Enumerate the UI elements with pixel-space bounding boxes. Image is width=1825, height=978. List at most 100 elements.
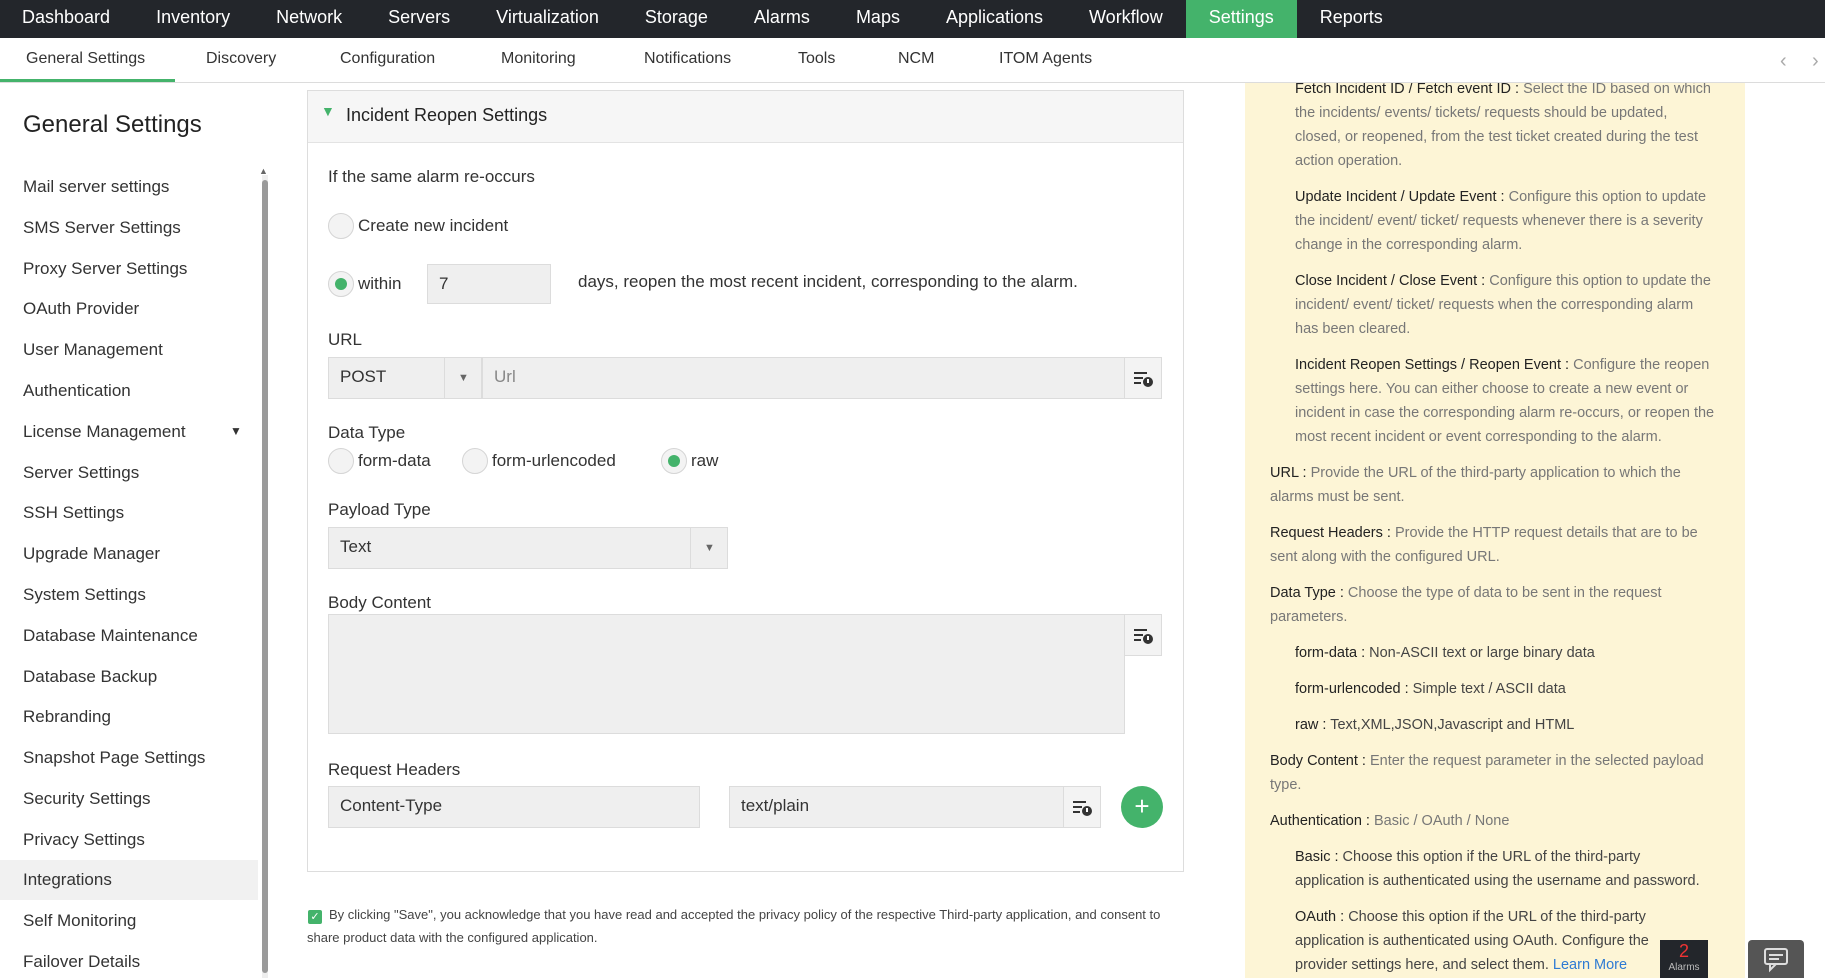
help-fetch-line3: closed, or reopened, from the test ticke… [1295, 129, 1698, 145]
nav-virtualization[interactable]: Virtualization [473, 0, 622, 38]
help-close-line1: Close Incident / Close Event : Configure… [1295, 273, 1711, 289]
nav-settings[interactable]: Settings [1185, 0, 1297, 38]
chat-icon [1764, 948, 1788, 973]
nav-dashboard[interactable]: Dashboard [0, 0, 133, 38]
help-raw-line: raw : Text,XML,JSON,Javascript and HTML [1295, 717, 1575, 733]
sidebar-item-ssh-settings[interactable]: SSH Settings [0, 493, 258, 533]
learn-more-link[interactable]: Learn More [1553, 957, 1627, 973]
scroll-left-icon[interactable]: ‹ [1780, 50, 1787, 73]
scroll-right-icon[interactable]: › [1812, 50, 1819, 73]
form-data-radio[interactable] [328, 448, 354, 474]
sidebar-scrollbar-thumb[interactable] [262, 180, 268, 973]
section-title: Incident Reopen Settings [346, 105, 548, 125]
consent-checkbox[interactable]: ✓ [308, 910, 322, 924]
nav-maps[interactable]: Maps [833, 0, 923, 38]
days-suffix-label: days, reopen the most recent incident, c… [578, 272, 1078, 291]
help-reopen-line1: Incident Reopen Settings / Reopen Event … [1295, 357, 1710, 373]
sidebar-item-snapshot-page-settings[interactable]: Snapshot Page Settings [0, 738, 258, 778]
insert-variable-icon [1134, 372, 1153, 387]
nav-alarms[interactable]: Alarms [731, 0, 833, 38]
raw-radio[interactable] [661, 448, 687, 474]
sidebar-item-oauth-provider[interactable]: OAuth Provider [0, 289, 258, 329]
payload-type-select[interactable]: Text [328, 527, 728, 569]
help-oauth-line1: OAuth : Choose this option if the URL of… [1295, 909, 1646, 925]
settings-sidebar: General Settings Mail server settings SM… [0, 83, 258, 978]
nav-reports[interactable]: Reports [1297, 0, 1406, 38]
recur-label: If the same alarm re-occurs [328, 167, 535, 186]
method-dropdown-icon[interactable]: ▼ [444, 358, 482, 398]
tab-discovery[interactable]: Discovery [206, 38, 276, 82]
sidebar-item-proxy-server[interactable]: Proxy Server Settings [0, 249, 258, 289]
help-fu-line: form-urlencoded : Simple text / ASCII da… [1295, 681, 1566, 697]
section-header[interactable]: ▼ Incident Reopen Settings [308, 91, 1183, 143]
sidebar-item-privacy-settings[interactable]: Privacy Settings [0, 820, 258, 860]
add-header-button[interactable]: + [1121, 786, 1163, 828]
nav-storage[interactable]: Storage [622, 0, 731, 38]
url-variables-button[interactable] [1124, 357, 1162, 399]
top-nav: Dashboard Inventory Network Servers Virt… [0, 0, 1825, 38]
body-content-label: Body Content [328, 593, 432, 612]
header-variables-button[interactable] [1063, 786, 1101, 828]
header-value-input[interactable]: text/plain [729, 786, 1099, 828]
url-label: URL [328, 330, 363, 349]
sidebar-item-integrations[interactable]: Integrations [0, 860, 258, 900]
sidebar-item-user-management[interactable]: User Management [0, 330, 258, 370]
sidebar-item-rebranding[interactable]: Rebranding [0, 697, 258, 737]
sidebar-item-sms-server[interactable]: SMS Server Settings [0, 208, 258, 248]
incident-reopen-panel: ▼ Incident Reopen Settings If the same a… [307, 90, 1184, 872]
body-content-textarea[interactable] [328, 614, 1125, 734]
url-input[interactable]: Url [482, 357, 1133, 399]
create-new-incident-label: Create new incident [358, 216, 509, 235]
sidebar-item-authentication[interactable]: Authentication [0, 371, 258, 411]
body-variables-button[interactable] [1124, 614, 1162, 656]
sidebar-item-server-settings[interactable]: Server Settings [0, 453, 258, 493]
plus-icon: + [1134, 791, 1150, 821]
tab-ncm[interactable]: NCM [898, 38, 934, 82]
sidebar-item-database-backup[interactable]: Database Backup [0, 657, 258, 697]
days-input[interactable]: 7 [427, 264, 551, 304]
help-url-line2: alarms must be sent. [1270, 489, 1405, 505]
tab-general-settings[interactable]: General Settings [0, 38, 175, 82]
sidebar-item-security-settings[interactable]: Security Settings [0, 779, 258, 819]
scroll-up-icon[interactable]: ▲ [259, 166, 268, 176]
nav-workflow[interactable]: Workflow [1066, 0, 1186, 38]
chat-button[interactable] [1748, 940, 1804, 978]
chevron-down-icon[interactable]: ▼ [230, 424, 242, 438]
help-fetch-line1: Fetch Incident ID / Fetch event ID : Sel… [1295, 83, 1711, 97]
nav-inventory[interactable]: Inventory [133, 0, 253, 38]
tab-tools[interactable]: Tools [798, 38, 835, 82]
sidebar-item-upgrade-manager[interactable]: Upgrade Manager [0, 534, 258, 574]
alarms-badge[interactable]: 2 Alarms [1660, 940, 1708, 978]
sidebar-item-system-settings[interactable]: System Settings [0, 575, 258, 615]
create-new-incident-radio[interactable] [328, 213, 354, 239]
tab-itom-agents[interactable]: ITOM Agents [999, 38, 1092, 82]
alarm-count: 2 [1678, 941, 1689, 961]
sidebar-item-mail-server[interactable]: Mail server settings [0, 167, 258, 207]
form-urlencoded-radio[interactable] [462, 448, 488, 474]
nav-network[interactable]: Network [253, 0, 365, 38]
tab-notifications[interactable]: Notifications [644, 38, 731, 82]
help-oauth-line3: provider settings here, and select them.… [1295, 957, 1628, 973]
within-radio[interactable] [328, 271, 354, 297]
help-close-line3: has been cleared. [1295, 321, 1411, 337]
sidebar-item-self-monitoring[interactable]: Self Monitoring [0, 901, 258, 941]
payload-dropdown-icon[interactable]: ▼ [690, 528, 728, 568]
nav-applications[interactable]: Applications [923, 0, 1066, 38]
insert-variable-icon [1073, 801, 1092, 816]
tab-configuration[interactable]: Configuration [340, 38, 435, 82]
form-urlencoded-label: form-urlencoded [492, 451, 616, 470]
sidebar-item-database-maintenance[interactable]: Database Maintenance [0, 616, 258, 656]
tab-monitoring[interactable]: Monitoring [501, 38, 576, 82]
sub-nav: General Settings Discovery Configuration… [0, 38, 1825, 83]
collapse-triangle-icon[interactable]: ▼ [321, 103, 335, 119]
help-reopen-line4: most recent incident or event correspond… [1295, 429, 1662, 445]
sidebar-item-failover-details[interactable]: Failover Details [0, 942, 258, 978]
sidebar-title: General Settings [23, 111, 202, 138]
help-bc-line1: Body Content : Enter the request paramet… [1270, 753, 1704, 769]
nav-servers[interactable]: Servers [365, 0, 473, 38]
header-key-input[interactable]: Content-Type [328, 786, 700, 828]
help-dt-line1: Data Type : Choose the type of data to b… [1270, 585, 1662, 601]
help-update-line1: Update Incident / Update Event : Configu… [1295, 189, 1707, 205]
help-basic-line1: Basic : Choose this option if the URL of… [1295, 849, 1641, 865]
sidebar-item-license-management[interactable]: License Management [0, 412, 258, 452]
